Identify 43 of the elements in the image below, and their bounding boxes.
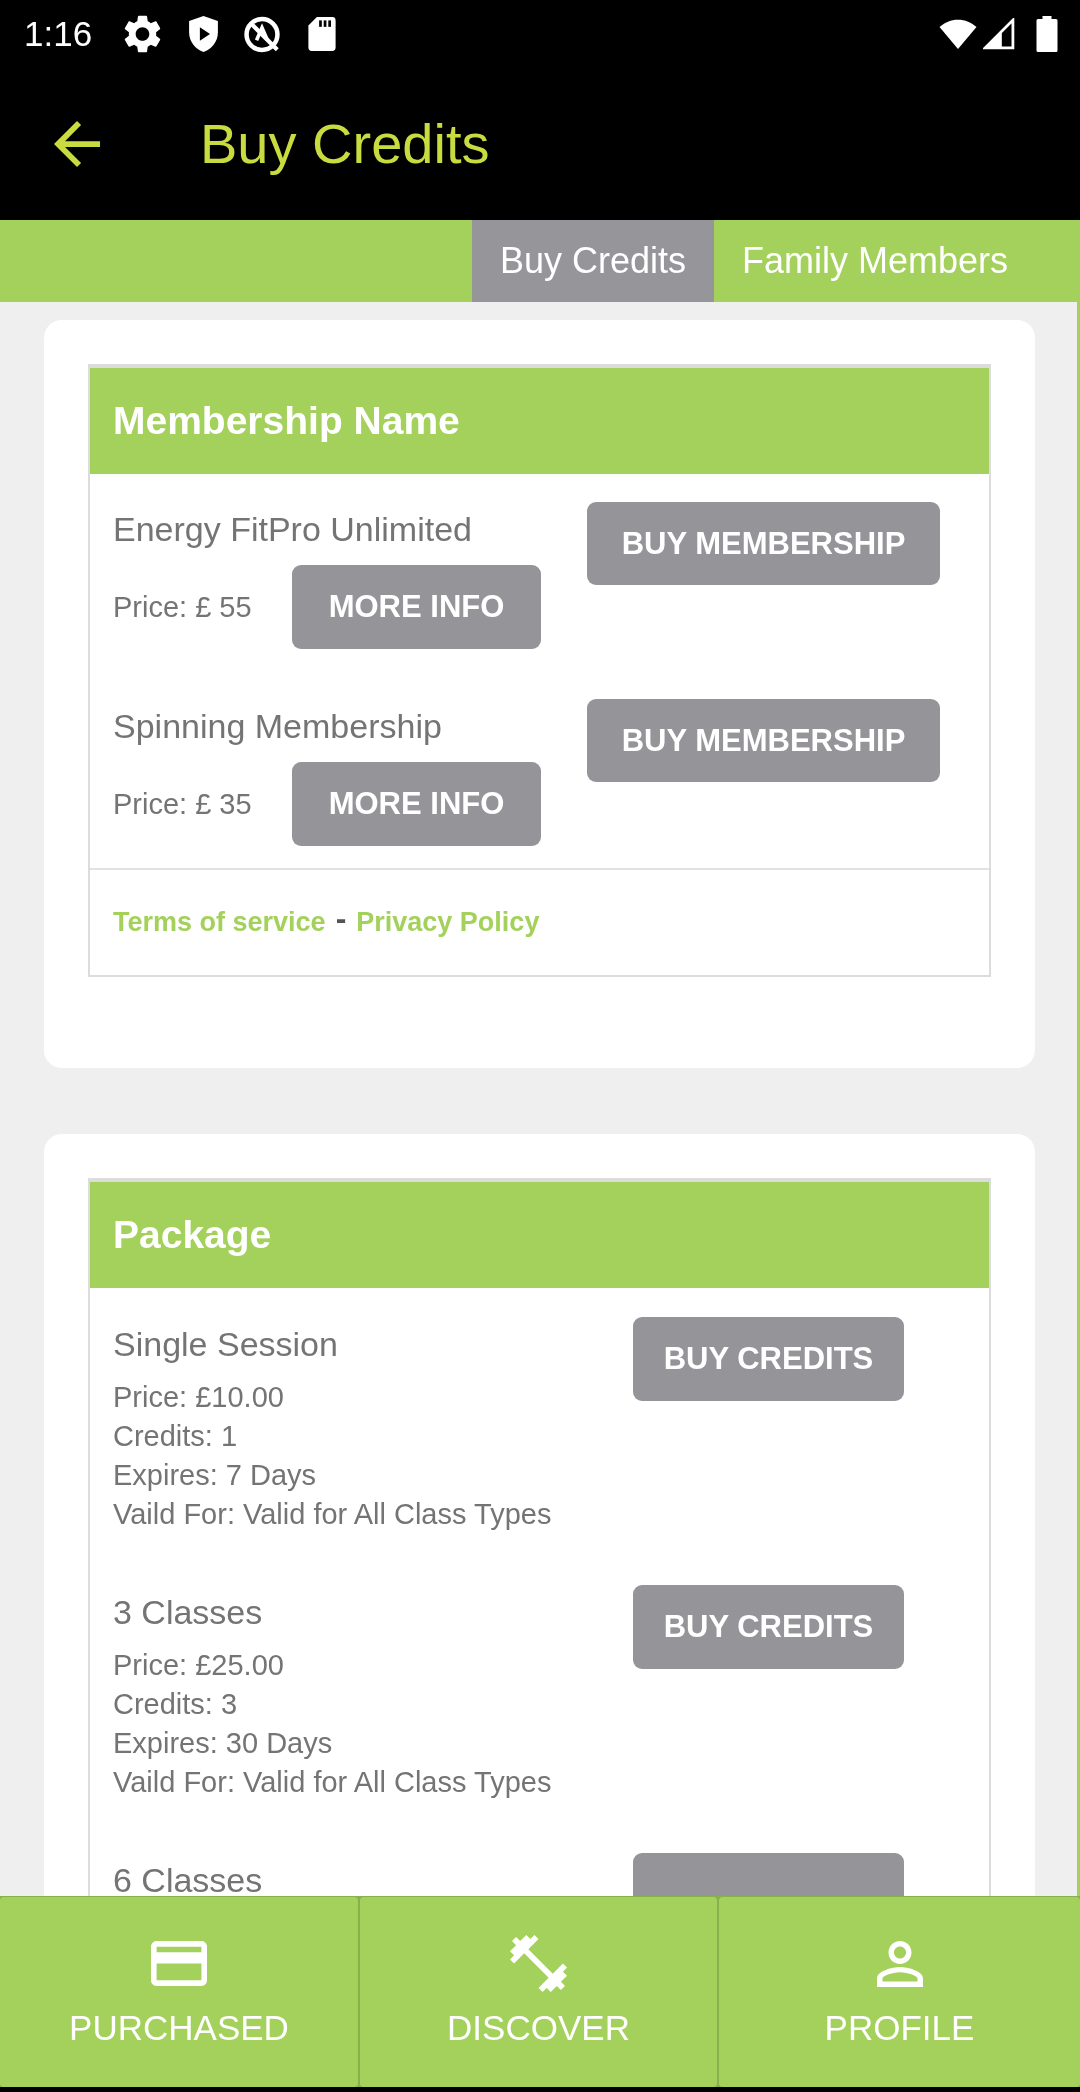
signal-icon xyxy=(983,18,1015,50)
membership-name: Energy FitPro Unlimited xyxy=(113,509,473,550)
buy-credits-button[interactable]: BUY CREDITS xyxy=(633,1585,904,1669)
package-detail: Price: £10.00 xyxy=(113,1380,285,1415)
terms-link[interactable]: Terms of service xyxy=(113,907,326,938)
dumbbell-icon xyxy=(510,1935,567,1992)
package-detail: Expires: 7 Days xyxy=(113,1458,318,1493)
blocked-circle-icon xyxy=(243,15,282,53)
buy-membership-button[interactable]: BUY MEMBERSHIP xyxy=(587,502,940,585)
package-detail: Vaild For: Valid for All Class Types xyxy=(113,1765,553,1800)
wifi-icon xyxy=(938,19,978,49)
battery-icon xyxy=(1036,16,1058,52)
membership-price: Price: £ 55 xyxy=(113,590,253,624)
section-heading: Package xyxy=(90,1182,989,1288)
package-name: 3 Classes xyxy=(113,1592,264,1633)
more-info-button[interactable]: MORE INFO xyxy=(292,565,541,649)
buy-credits-button[interactable]: BUY CREDITS xyxy=(633,1317,904,1401)
settings-icon xyxy=(124,15,162,53)
tab[interactable]: Family Members xyxy=(713,220,1036,302)
sd-card-icon xyxy=(308,17,337,51)
nav-button[interactable]: PURCHASED xyxy=(0,1897,358,2087)
shield-play-icon xyxy=(188,16,220,52)
buy-membership-button[interactable]: BUY MEMBERSHIP xyxy=(587,699,940,782)
section-heading: Membership Name xyxy=(90,368,989,474)
tab[interactable]: Buy Credits xyxy=(471,220,714,302)
link-separator: - xyxy=(335,900,347,937)
credit-card-icon xyxy=(151,1941,207,1986)
package-detail: Credits: 1 xyxy=(113,1419,239,1454)
membership-name: Spinning Membership xyxy=(113,706,443,747)
status-time: 1:16 xyxy=(24,14,93,54)
membership-price: Price: £ 35 xyxy=(113,787,253,821)
package-name: 6 Classes xyxy=(113,1860,264,1896)
back-arrow-icon[interactable] xyxy=(54,121,100,167)
package-detail: Price: £25.00 xyxy=(113,1648,285,1683)
package-name: Single Session xyxy=(113,1324,339,1365)
person-icon xyxy=(876,1940,923,1987)
more-info-button[interactable]: MORE INFO xyxy=(292,762,541,846)
package-detail: Credits: 3 xyxy=(113,1687,239,1722)
package-detail: Vaild For: Valid for All Class Types xyxy=(113,1497,553,1532)
nav-button[interactable]: PROFILE xyxy=(719,1897,1080,2087)
package-detail: Expires: 30 Days xyxy=(113,1726,334,1761)
nav-button[interactable]: DISCOVER xyxy=(360,1897,717,2087)
privacy-link[interactable]: Privacy Policy xyxy=(356,907,540,938)
